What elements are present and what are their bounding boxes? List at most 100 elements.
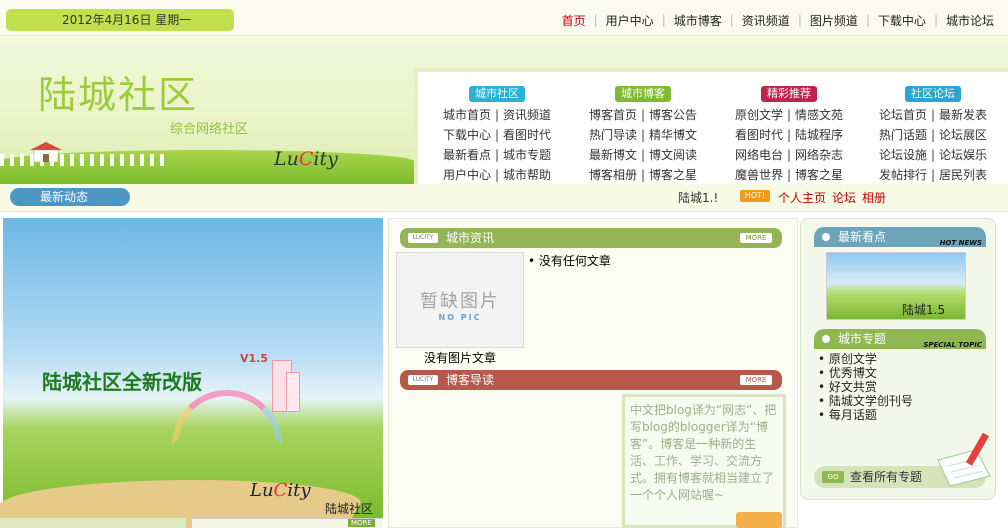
blog-guide-title: 博客导读	[446, 373, 495, 387]
more-mini-button[interactable]: MORE	[348, 519, 375, 527]
menu-link[interactable]: 博文阅读	[645, 145, 701, 165]
top-nav-item[interactable]: 资讯频道	[734, 12, 798, 29]
city-news-title: 城市资讯	[446, 231, 495, 245]
no-image-text: 暂缺图片	[420, 291, 500, 312]
menu-column: 城市社区城市首页 | 资讯频道 下载中心 | 看图时代 最新看点 | 城市专题 用户中心 | 城市帮助	[424, 86, 570, 185]
hero-title: 陆城社区全新改版	[42, 370, 202, 394]
menu-row: 发帖排行 | 居民列表	[860, 165, 1006, 185]
menu-link[interactable]: 资讯频道	[499, 105, 555, 125]
no-image-article-label: 没有图片文章	[424, 351, 497, 365]
menu-link[interactable]: 城市帮助	[499, 165, 555, 185]
top-nav: 首页 | 用户中心 | 城市博客 | 资讯频道 | 图片频道 | 下载中心 | 城市论坛	[554, 10, 1002, 30]
menu-row: 最新看点 | 城市专题	[424, 145, 570, 165]
menu-link[interactable]: 博客公告	[645, 105, 701, 125]
menu-link[interactable]: 城市首页	[439, 105, 495, 125]
topics-header: 城市专题 SPECIAL TOPIC	[814, 329, 986, 349]
hot-news-tag: HOT NEWS	[939, 239, 982, 247]
no-image-text-en: NO PIC	[438, 313, 482, 322]
ticker-link-homepage[interactable]: 个人主页	[778, 191, 826, 205]
tab-decoration	[736, 512, 782, 528]
empty-article-item: • 没有任何文章	[528, 254, 611, 268]
menu-link[interactable]: 论坛娱乐	[935, 145, 991, 165]
menu-link[interactable]: 发帖排行	[875, 165, 931, 185]
site-subtitle: 综合网络社区	[170, 122, 249, 137]
menu-link[interactable]: 原创文学	[731, 105, 787, 125]
top-nav-item[interactable]: 城市论坛	[938, 12, 1002, 29]
latest-caption[interactable]: 陆城1.5	[902, 301, 945, 318]
lucity-logo[interactable]: LuCity	[274, 148, 338, 170]
hero-logo: LuCity	[250, 480, 311, 501]
notepad-pencil-icon	[937, 432, 991, 487]
menu-link[interactable]: 热门话题	[875, 125, 931, 145]
menu-link[interactable]: 魔兽世界	[731, 165, 787, 185]
menu-row: 原创文学 | 情感文苑	[716, 105, 862, 125]
menu-column: 社区论坛 论坛首页 | 最新发表 热门话题 | 论坛展区 论坛设施 | 论坛娱乐 发帖排行 | 居民列表	[860, 86, 1006, 185]
menu-row: 魔兽世界 | 博客之星	[716, 165, 862, 185]
menu-row: 下载中心 | 看图时代	[424, 125, 570, 145]
list-item[interactable]: 原创文学	[818, 352, 913, 366]
list-item[interactable]: 陆城文学创刊号	[818, 394, 913, 408]
list-item[interactable]: 优秀博文	[818, 366, 913, 380]
menu-row: 热门导读 | 精华博文	[570, 125, 716, 145]
castle-tower-decoration	[286, 372, 300, 412]
menu-link[interactable]: 用户中心	[439, 165, 495, 185]
latest-header: 最新看点 HOT NEWS	[814, 227, 986, 247]
menu-link[interactable]: 博客之星	[645, 165, 701, 185]
blog-guide-more-button[interactable]: MORE	[740, 375, 772, 385]
hero-bottom-strip	[0, 518, 186, 528]
lucity-mini-logo: LUCITY	[408, 233, 438, 243]
top-nav-item[interactable]: 城市博客	[666, 12, 730, 29]
menu-category-tag: 城市社区	[469, 86, 525, 102]
menu-link[interactable]: 城市专题	[499, 145, 555, 165]
menu-column: 城市博客 博客首页 | 博客公告 热门导读 | 精华博文 最新博文 | 博文阅读 博客相册 | 博客之星	[570, 86, 716, 185]
menu-link[interactable]: 论坛首页	[875, 105, 931, 125]
house-icon	[30, 142, 62, 162]
menu-link[interactable]: 网络电台	[731, 145, 787, 165]
menu-link[interactable]: 看图时代	[499, 125, 555, 145]
hot-badge: HOT!	[740, 190, 770, 202]
menu-link[interactable]: 博客之星	[791, 165, 847, 185]
ticker-link-forum[interactable]: 论坛	[832, 191, 856, 205]
menu-row: 看图时代 | 陆城程序	[716, 125, 862, 145]
ticker-links: 个人主页 论坛 相册	[778, 189, 892, 206]
bullet-icon	[822, 233, 830, 241]
menu-link[interactable]: 看图时代	[731, 125, 787, 145]
menu-row: 用户中心 | 城市帮助	[424, 165, 570, 185]
news-ticker[interactable]: 陆城1.!	[678, 189, 718, 206]
menu-link[interactable]: 下载中心	[439, 125, 495, 145]
menu-column: 精彩推荐 原创文学 | 情感文苑 看图时代 | 陆城程序 网络电台 | 网络杂志 魔兽世界 | 博客之星	[716, 86, 862, 185]
menu-link[interactable]: 论坛展区	[935, 125, 991, 145]
banner-menu: 城市社区城市首页 | 资讯频道 下载中心 | 看图时代 最新看点 | 城市专题 用户中心 | 城市帮助…	[414, 68, 1008, 184]
top-nav-item[interactable]: 图片频道	[802, 12, 866, 29]
menu-link[interactable]: 最新看点	[439, 145, 495, 165]
hero-caption: 陆城社区	[325, 502, 374, 516]
lucity-mini-logo: LUCITY	[408, 375, 438, 385]
no-image-placeholder: 暂缺图片 NO PIC	[396, 252, 524, 348]
menu-link[interactable]: 博客首页	[585, 105, 641, 125]
ticker-link-album[interactable]: 相册	[862, 191, 886, 205]
top-nav-item[interactable]: 首页	[554, 12, 594, 29]
list-item[interactable]: 好文共赏	[818, 380, 913, 394]
top-nav-item[interactable]: 下载中心	[870, 12, 934, 29]
menu-category-tag: 社区论坛	[905, 86, 961, 102]
menu-link[interactable]: 热门导读	[585, 125, 641, 145]
menu-row: 博客首页 | 博客公告	[570, 105, 716, 125]
blog-guide-header: LUCITY 博客导读 MORE	[400, 370, 782, 390]
city-news-more-button[interactable]: MORE	[740, 233, 772, 243]
list-item[interactable]: 每月话题	[818, 408, 913, 422]
top-nav-item[interactable]: 用户中心	[598, 12, 662, 29]
latest-title: 最新看点	[838, 230, 887, 244]
menu-link[interactable]: 最新发表	[935, 105, 991, 125]
menu-link[interactable]: 精华博文	[645, 125, 701, 145]
menu-link[interactable]: 陆城程序	[791, 125, 847, 145]
menu-link[interactable]: 居民列表	[935, 165, 991, 185]
special-topic-tag: SPECIAL TOPIC	[923, 341, 982, 349]
menu-link[interactable]: 情感文苑	[791, 105, 847, 125]
menu-link[interactable]: 博客相册	[585, 165, 641, 185]
menu-row: 网络电台 | 网络杂志	[716, 145, 862, 165]
menu-row: 城市首页 | 资讯频道	[424, 105, 570, 125]
site-title: 陆城社区	[38, 73, 199, 117]
menu-link[interactable]: 网络杂志	[791, 145, 847, 165]
menu-link[interactable]: 论坛设施	[875, 145, 931, 165]
menu-link[interactable]: 最新博文	[585, 145, 641, 165]
